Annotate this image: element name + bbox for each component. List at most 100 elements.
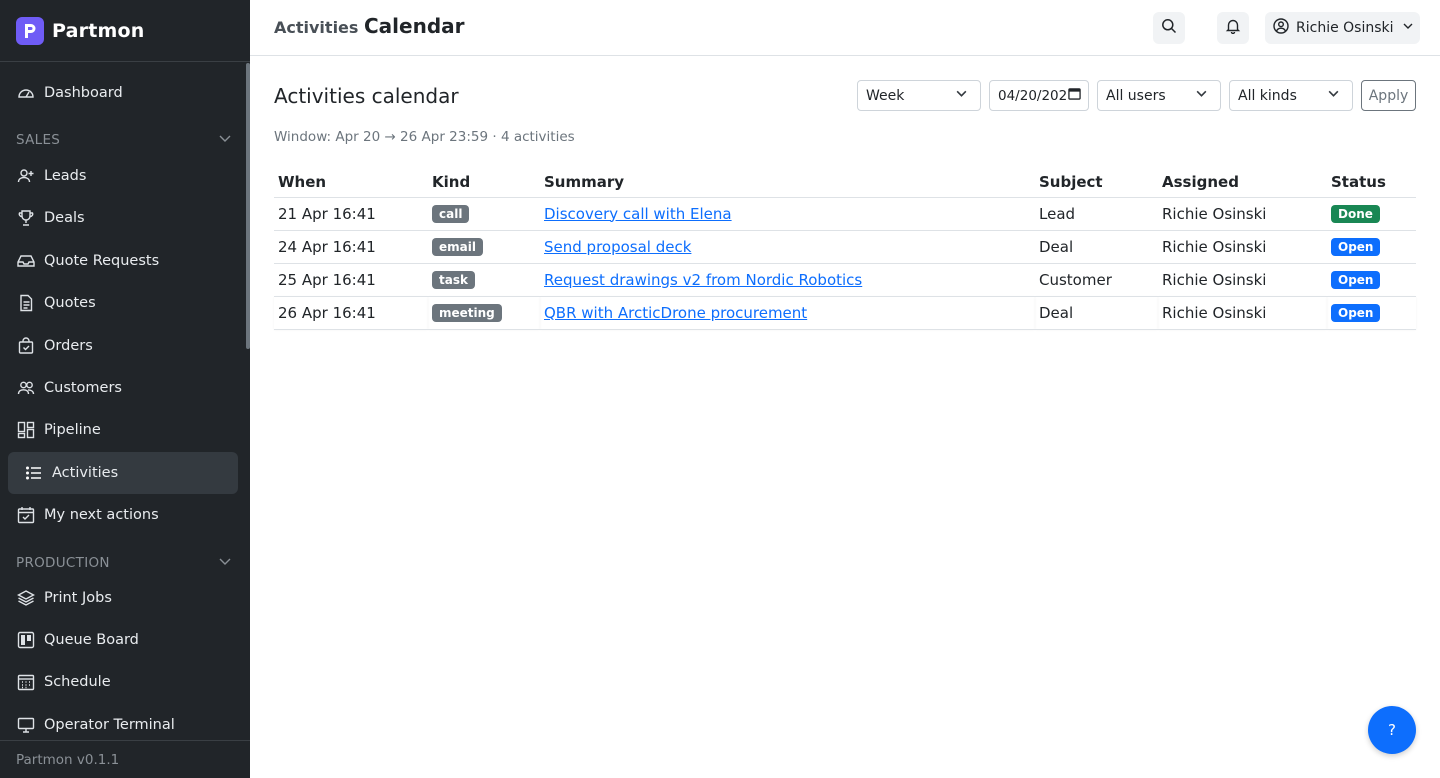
status-badge: Done	[1331, 205, 1380, 223]
kinds-select[interactable]: All kinds	[1229, 80, 1353, 111]
top-header: Activities Calendar Richie Osinski	[250, 0, 1440, 56]
sidebar-item-dashboard[interactable]: Dashboard	[8, 72, 238, 114]
column-header-summary: Summary	[540, 164, 1035, 198]
user-circle-icon	[1273, 18, 1289, 38]
sidebar-section-sales[interactable]: SALES	[16, 128, 232, 152]
cell-assigned: Richie Osinski	[1158, 230, 1327, 264]
cell-status: Open	[1327, 230, 1416, 264]
cell-assigned: Richie Osinski	[1158, 296, 1327, 330]
sidebar-item-pipeline[interactable]: Pipeline	[8, 409, 238, 451]
sidebar-item-label: Print Jobs	[44, 590, 112, 606]
section-label: PRODUCTION	[16, 555, 110, 571]
sidebar-item-label: Schedule	[44, 674, 111, 690]
date-input[interactable]: 04/20/202	[989, 80, 1089, 111]
apply-button[interactable]: Apply	[1361, 80, 1416, 111]
cell-assigned: Richie Osinski	[1158, 263, 1327, 297]
notifications-button[interactable]	[1217, 12, 1249, 44]
kind-badge: task	[432, 271, 475, 289]
kind-badge: meeting	[432, 304, 502, 322]
table-row: 21 Apr 16:41 call Discovery call with El…	[274, 197, 1416, 231]
sidebar-item-activities[interactable]: Activities	[8, 452, 238, 494]
table-row: 26 Apr 16:41 meeting QBR with ArcticDron…	[274, 296, 1416, 330]
sidebar-item-customers[interactable]: Customers	[8, 367, 238, 409]
section-label: SALES	[16, 132, 61, 148]
file-text-icon	[16, 293, 36, 313]
cell-status: Done	[1327, 197, 1416, 231]
chevron-down-icon	[218, 554, 232, 572]
cell-status: Open	[1327, 296, 1416, 330]
sidebar-item-label: Dashboard	[44, 85, 123, 101]
sidebar-item-label: Deals	[44, 210, 85, 226]
calendar-icon[interactable]	[1068, 87, 1081, 104]
chevron-down-icon	[218, 131, 232, 149]
sidebar-item-label: Queue Board	[44, 632, 139, 648]
view-select-value: Week	[866, 87, 905, 104]
page-title: Calendar	[364, 14, 465, 38]
sidebar-item-queue-board[interactable]: Queue Board	[8, 619, 238, 661]
search-button[interactable]	[1153, 12, 1185, 44]
users-select[interactable]: All users	[1097, 80, 1221, 111]
help-button[interactable]: ?	[1368, 706, 1416, 754]
sidebar-item-leads[interactable]: Leads	[8, 155, 238, 197]
cell-subject: Lead	[1035, 197, 1158, 231]
sidebar-section-production[interactable]: PRODUCTION	[16, 551, 232, 575]
date-input-value: 04/20/202	[998, 87, 1068, 104]
sidebar-item-my-next-actions[interactable]: My next actions	[8, 494, 238, 536]
kind-badge: call	[432, 205, 470, 223]
cell-summary: Request drawings v2 from Nordic Robotics	[540, 263, 1035, 297]
sidebar-item-label: Quotes	[44, 295, 96, 311]
view-select[interactable]: Week	[857, 80, 981, 111]
sidebar: Partmon Dashboard SALES Leads Deals Quot…	[0, 0, 250, 778]
bell-icon	[1225, 18, 1241, 38]
breadcrumb[interactable]: Activities	[274, 18, 358, 37]
calendar-grid-icon	[16, 672, 36, 692]
sidebar-item-label: Leads	[44, 168, 87, 184]
activities-table: When Kind Summary Subject Assigned Statu…	[274, 164, 1416, 330]
table-header-row: When Kind Summary Subject Assigned Statu…	[274, 164, 1416, 198]
sidebar-item-quote-requests[interactable]: Quote Requests	[8, 240, 238, 282]
sidebar-item-operator-terminal[interactable]: Operator Terminal	[8, 704, 238, 739]
user-name: Richie Osinski	[1296, 20, 1394, 36]
brand[interactable]: Partmon	[0, 0, 250, 62]
cell-subject: Customer	[1035, 263, 1158, 297]
window-info: Window: Apr 20 → 26 Apr 23:59 · 4 activi…	[274, 129, 575, 145]
activity-summary-link[interactable]: Send proposal deck	[544, 238, 691, 256]
sidebar-item-label: Activities	[52, 465, 119, 481]
user-menu-button[interactable]: Richie Osinski	[1265, 12, 1420, 44]
sidebar-item-label: Pipeline	[44, 422, 101, 438]
column-header-when: When	[274, 164, 428, 198]
cell-kind: call	[428, 197, 540, 231]
activity-summary-link[interactable]: Request drawings v2 from Nordic Robotics	[544, 271, 862, 289]
trophy-icon	[16, 208, 36, 228]
person-add-icon	[16, 166, 36, 186]
sidebar-footer-version: Partmon v0.1.1	[0, 740, 250, 778]
board-icon	[16, 630, 36, 650]
status-badge: Open	[1331, 304, 1381, 322]
cell-when: 25 Apr 16:41	[274, 263, 428, 297]
list-icon	[24, 463, 44, 483]
sidebar-item-deals[interactable]: Deals	[8, 197, 238, 239]
activity-summary-link[interactable]: QBR with ArcticDrone procurement	[544, 304, 807, 322]
kind-badge: email	[432, 238, 483, 256]
users-select-value: All users	[1106, 87, 1166, 104]
sidebar-item-quotes[interactable]: Quotes	[8, 282, 238, 324]
kinds-select-value: All kinds	[1238, 87, 1297, 104]
cell-assigned: Richie Osinski	[1158, 197, 1327, 231]
sidebar-nav: Dashboard SALES Leads Deals Quote Reques…	[0, 63, 250, 739]
brand-name: Partmon	[52, 19, 145, 42]
chevron-down-icon	[1327, 87, 1340, 104]
activity-summary-link[interactable]: Discovery call with Elena	[544, 205, 732, 223]
status-badge: Open	[1331, 271, 1381, 289]
cell-summary: Send proposal deck	[540, 230, 1035, 264]
cell-kind: task	[428, 263, 540, 297]
table-row: 25 Apr 16:41 task Request drawings v2 fr…	[274, 263, 1416, 297]
table-row: 24 Apr 16:41 email Send proposal deck De…	[274, 230, 1416, 264]
sidebar-item-print-jobs[interactable]: Print Jobs	[8, 577, 238, 619]
sidebar-item-schedule[interactable]: Schedule	[8, 661, 238, 703]
cell-when: 21 Apr 16:41	[274, 197, 428, 231]
sidebar-item-orders[interactable]: Orders	[8, 325, 238, 367]
sidebar-item-label: My next actions	[44, 507, 159, 523]
calendar-check-icon	[16, 505, 36, 525]
cell-summary: QBR with ArcticDrone procurement	[540, 296, 1035, 330]
sidebar-item-label: Operator Terminal	[44, 717, 175, 733]
